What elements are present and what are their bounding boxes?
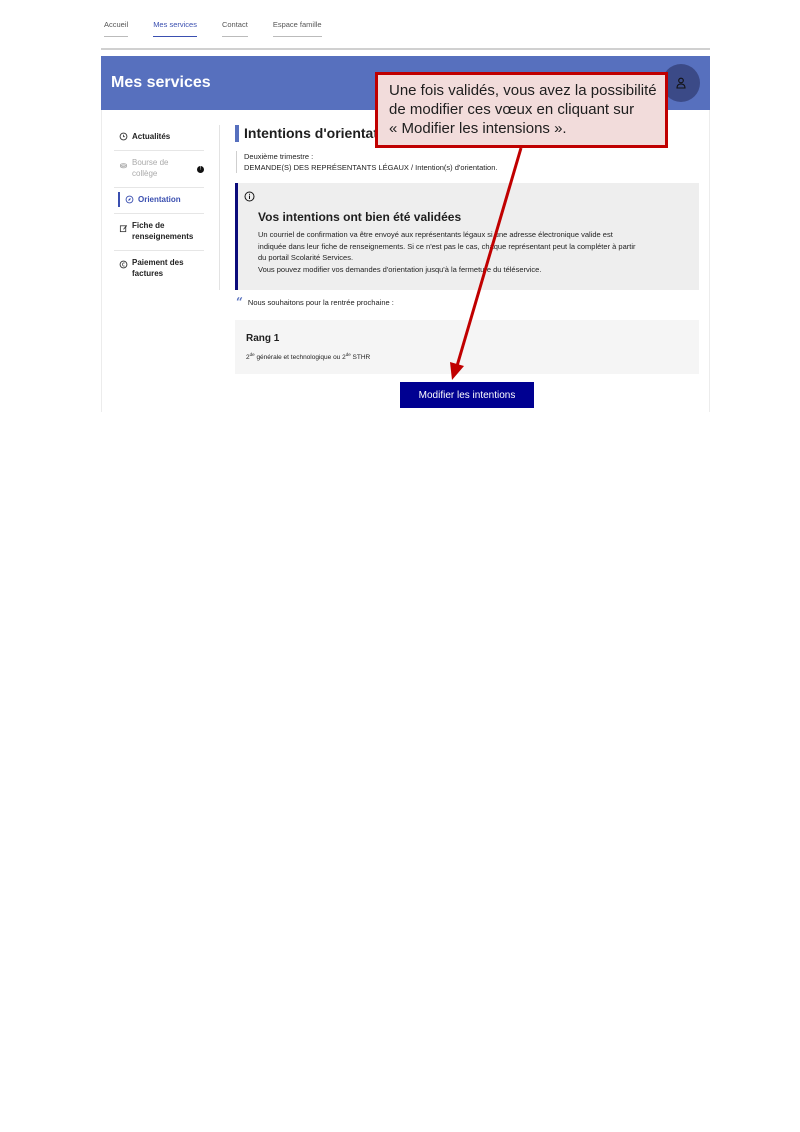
modify-intentions-button[interactable]: Modifier les intentions [400, 382, 534, 408]
compass-icon [125, 195, 134, 204]
edit-icon [119, 225, 128, 233]
breadcrumb-path: DEMANDE(S) DES REPRÉSENTANTS LÉGAUX / In… [244, 163, 498, 172]
success-notice: Vos intentions ont bien été validées Un … [235, 183, 699, 290]
rank-desc-part: générale et technologique ou 2 [254, 354, 346, 362]
callout-line: Une fois validés, vous avez la possibili… [389, 82, 657, 99]
wish-intro: “ Nous souhaitons pour la rentrée procha… [236, 295, 394, 309]
rank-desc-part: STHR [350, 354, 371, 362]
sidebar-item-label: Bourse de collège [132, 158, 169, 178]
top-nav: Accueil Mes services Contact Espace fami… [104, 20, 347, 37]
callout-line: « Modifier les intensions ». [389, 120, 567, 137]
sidebar-divider [219, 125, 220, 290]
sidebar-item-label: Paiement des factures [132, 258, 184, 278]
section-title-wrap: Intentions d'orientat [235, 125, 378, 142]
section-title: Intentions d'orientat [244, 125, 378, 141]
notice-line: Un courriel de confirmation va être envo… [258, 230, 613, 239]
info-icon [244, 191, 255, 202]
rank-description: 2de générale et technologique ou 2de STH… [246, 352, 370, 361]
sidebar-item-orientation[interactable]: Orientation [114, 188, 204, 214]
sidebar-item-label: Actualités [132, 132, 171, 141]
nav-contact[interactable]: Contact [221, 20, 248, 37]
breadcrumb: Deuxième trimestre : DEMANDE(S) DES REPR… [236, 151, 497, 173]
notice-text: Un courriel de confirmation va être envo… [258, 229, 688, 275]
nav-espace-famille[interactable]: Espace famille [272, 20, 322, 37]
payment-icon [119, 260, 128, 269]
sidebar-item-fiche[interactable]: Fiche de renseignements [114, 214, 204, 251]
notice-line: du portail Scolarité Services. [258, 253, 354, 262]
sidebar-item-actualites[interactable]: Actualités [114, 125, 204, 151]
sidebar-item-label: Fiche de renseignements [132, 221, 194, 241]
notice-line: indiquée dans leur fiche de renseignemen… [258, 241, 636, 251]
breadcrumb-period: Deuxième trimestre : [244, 152, 314, 161]
quote-icon: “ [236, 295, 243, 309]
callout-line: de modifier ces vœux en cliquant sur [389, 101, 635, 118]
sidebar-item-paiement[interactable]: Paiement des factures [114, 251, 204, 287]
warning-badge: ! [197, 166, 204, 173]
annotation-callout: Une fois validés, vous avez la possibili… [375, 72, 668, 148]
user-icon [676, 77, 686, 89]
sidebar-item-bourse[interactable]: Bourse de collège ! [114, 151, 204, 188]
rank-card: Rang 1 2de générale et technologique ou … [235, 320, 699, 374]
page-title: Mes services [111, 74, 211, 91]
sidebar: Actualités Bourse de collège ! Orientati… [114, 125, 204, 287]
wish-intro-text: Nous souhaitons pour la rentrée prochain… [247, 297, 394, 307]
nav-divider [101, 48, 710, 50]
nav-accueil[interactable]: Accueil [104, 20, 129, 37]
clock-icon [119, 132, 128, 141]
notice-line: Vous pouvez modifier vos demandes d'orie… [258, 264, 542, 274]
sidebar-item-label: Orientation [138, 195, 181, 204]
nav-mes-services[interactable]: Mes services [153, 20, 197, 37]
coins-icon [119, 163, 128, 169]
notice-title: Vos intentions ont bien été validées [258, 210, 462, 224]
rank-title: Rang 1 [246, 333, 280, 344]
